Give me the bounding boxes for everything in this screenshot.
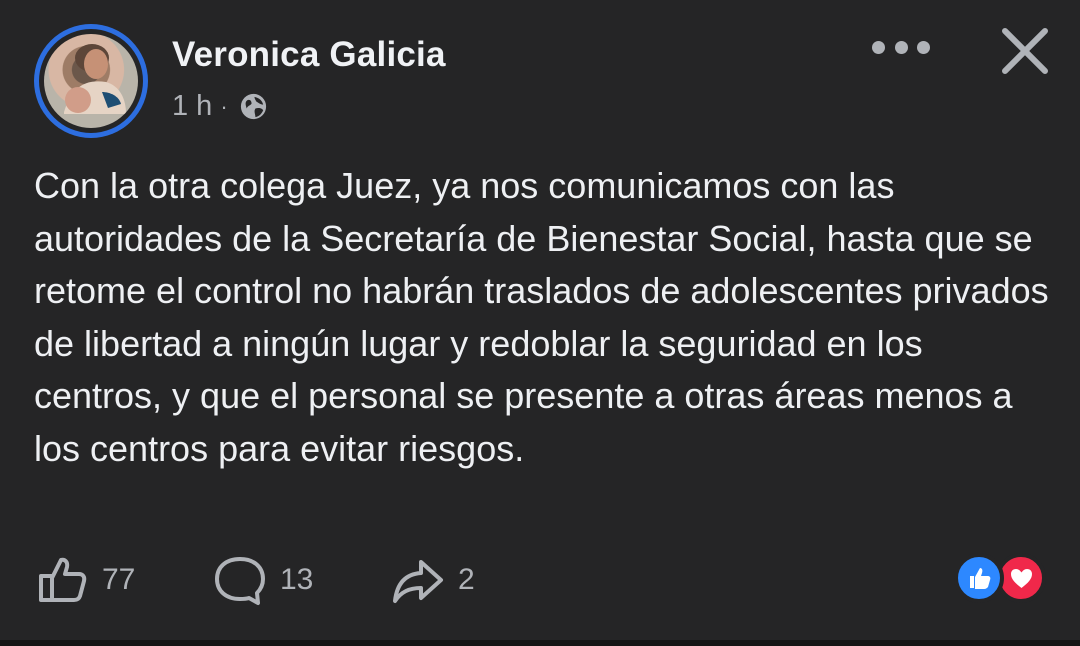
comment-button[interactable]: 13 (212, 545, 313, 615)
post-actions: 77 13 2 (0, 545, 1080, 615)
more-dot (917, 40, 930, 54)
comment-icon (215, 557, 265, 605)
author-name[interactable]: Veronica Galicia (172, 35, 446, 75)
reactions-summary[interactable] (954, 553, 1050, 603)
close-icon[interactable] (998, 24, 1052, 78)
more-options-icon[interactable] (872, 32, 930, 62)
profile-photo-image (64, 44, 126, 114)
like-reaction-glyph (969, 567, 990, 589)
like-count: 77 (102, 563, 136, 596)
avatar-border (39, 29, 143, 133)
share-count: 2 (458, 563, 475, 596)
like-reaction-icon (954, 553, 1004, 603)
globe-icon[interactable] (238, 91, 269, 122)
post-meta: 1 h · (172, 90, 269, 123)
avatar[interactable] (34, 24, 148, 138)
meta-separator: · (220, 93, 228, 119)
post-text: Con la otra colega Juez, ya nos comunica… (34, 165, 1049, 469)
like-button[interactable]: 77 (34, 545, 135, 615)
thumbs-up-icon (39, 557, 87, 602)
more-dot (894, 40, 908, 54)
share-button[interactable]: 2 (390, 545, 475, 615)
post-header: Veronica Galicia 1 h · (0, 0, 1080, 150)
share-icon (393, 560, 443, 603)
profile-photo (44, 34, 138, 128)
bottom-divider (0, 640, 1080, 646)
heart-icon (1010, 568, 1032, 588)
more-dot (872, 40, 885, 54)
post-time[interactable]: 1 h (172, 90, 212, 123)
comment-count: 13 (280, 563, 314, 596)
